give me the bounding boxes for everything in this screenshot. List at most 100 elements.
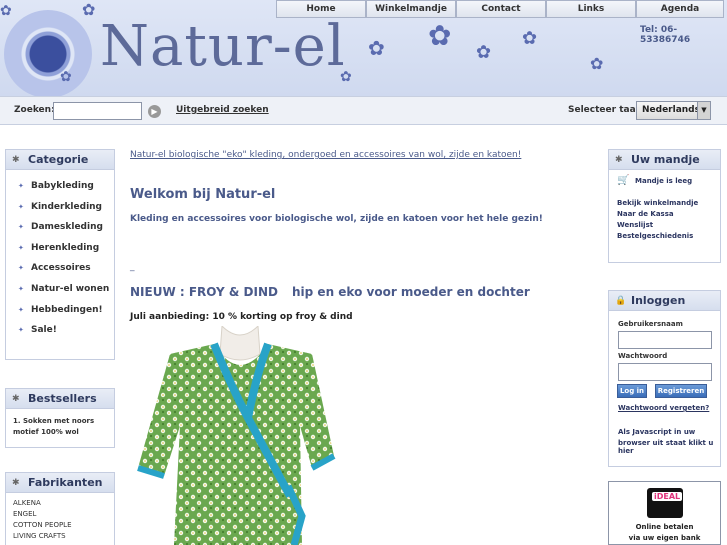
bullet-icon: ✦ bbox=[18, 326, 24, 335]
category-label: Hebbedingen! bbox=[31, 304, 103, 315]
flower-icon: ✿ bbox=[82, 0, 96, 19]
dress-product-image[interactable] bbox=[130, 326, 350, 545]
category-item-natur-el-wonen[interactable]: ✦ Natur-el wonen bbox=[6, 279, 114, 300]
order-history-link[interactable]: Bestelgeschiedenis bbox=[617, 231, 720, 242]
advanced-search-link[interactable]: Uitgebreid zoeken bbox=[176, 105, 269, 115]
login-title: Inloggen bbox=[631, 294, 686, 307]
manufacturer-item[interactable]: LIVING CRAFTS bbox=[13, 531, 114, 542]
manufacturers-box: ✱ Fabrikanten ALKENA ENGEL COTTON PEOPLE… bbox=[5, 472, 115, 545]
cart-empty-text: Mandje is leeg bbox=[635, 177, 693, 185]
nav-home[interactable]: Home bbox=[276, 0, 366, 18]
wishlist-link[interactable]: Wenslijst bbox=[617, 220, 720, 231]
nav-links[interactable]: Links bbox=[546, 0, 636, 18]
top-nav: Home Winkelmandje Contact Links Agenda bbox=[276, 0, 724, 18]
password-input[interactable] bbox=[618, 363, 712, 381]
manufacturers-list: ALKENA ENGEL COTTON PEOPLE LIVING CRAFTS bbox=[6, 493, 114, 542]
login-header: 🔒 Inloggen bbox=[609, 291, 720, 311]
offer-text: Juli aanbieding: 10 % korting op froy & … bbox=[130, 312, 353, 322]
bullet-icon: ✦ bbox=[18, 202, 24, 211]
bestsellers-title: Bestsellers bbox=[28, 392, 97, 405]
category-header: ✱ Categorie bbox=[6, 150, 114, 170]
gear-icon: ✱ bbox=[12, 155, 20, 165]
password-label: Wachtwoord bbox=[618, 352, 668, 360]
search-label: Zoeken: bbox=[14, 105, 55, 115]
ideal-logo-text: iDEAL bbox=[652, 492, 683, 501]
bullet-icon: ✦ bbox=[18, 243, 24, 252]
bullet-icon: ✦ bbox=[18, 223, 24, 232]
cart-icon: 🛒 bbox=[617, 175, 630, 186]
forgot-password-link[interactable]: Wachtwoord vergeten? bbox=[618, 404, 709, 412]
category-label: Dameskleding bbox=[31, 222, 103, 233]
chevron-down-icon: ▼ bbox=[697, 102, 710, 119]
bullet-icon: ✦ bbox=[18, 264, 24, 273]
search-bar: Zoeken: ▶ Uitgebreid zoeken Selecteer ta… bbox=[0, 96, 727, 125]
javascript-note[interactable]: Als Javascript in uw bbox=[618, 428, 695, 436]
bullet-icon: ✦ bbox=[18, 182, 24, 190]
site-logo[interactable]: Natur-el bbox=[100, 14, 346, 79]
separator-text: _ bbox=[130, 262, 135, 272]
flower-icon: ✿ bbox=[428, 19, 452, 52]
nav-agenda[interactable]: Agenda bbox=[636, 0, 724, 18]
flower-icon: ✿ bbox=[368, 36, 385, 60]
category-list: ✦ Babykleding ✦ Kinderkleding ✦ Dameskledin… bbox=[6, 170, 114, 341]
category-label: Accessoires bbox=[31, 263, 91, 274]
search-go-icon[interactable]: ▶ bbox=[148, 105, 161, 118]
login-box: 🔒 Inloggen Gebruikersnaam Wachtwoord Log… bbox=[608, 290, 721, 467]
register-button[interactable]: Registreren bbox=[655, 384, 707, 398]
manufacturer-item[interactable]: ENGEL bbox=[13, 509, 114, 520]
bestsellers-box: ✱ Bestsellers 1. Sokken met noors motief… bbox=[5, 388, 115, 448]
new-heading-tagline: hip en eko voor moeder en dochter bbox=[292, 285, 530, 299]
ideal-line2: via uw eigen bank bbox=[628, 534, 701, 542]
tagline-link[interactable]: Natur-el biologische "eko" kleding, onde… bbox=[130, 150, 521, 160]
nav-winkelmandje[interactable]: Winkelmandje bbox=[366, 0, 456, 18]
category-item-herenkleding[interactable]: ✦ Herenkleding bbox=[6, 238, 114, 259]
manufacturers-header: ✱ Fabrikanten bbox=[6, 473, 114, 493]
site-header: ✿ ✿ ✿ ✿ ✿ ✿ ✿ ✿ ✿ Natur-el Home Winkelma… bbox=[0, 0, 727, 96]
page-title: Welkom bij Natur-el bbox=[130, 187, 276, 202]
phone-number: Tel: 06-53386746 bbox=[640, 25, 691, 45]
view-cart-link[interactable]: Bekijk winkelmandje bbox=[617, 198, 720, 209]
username-input[interactable] bbox=[618, 331, 712, 349]
category-item-hebbedingen[interactable]: ✦ Hebbedingen! bbox=[6, 300, 114, 321]
bullet-icon: ✦ bbox=[18, 305, 24, 314]
language-select[interactable]: Nederlands ▼ bbox=[636, 101, 711, 120]
ideal-line1: Online betalen bbox=[635, 523, 694, 531]
cart-links: Bekijk winkelmandje Naar de Kassa Wensli… bbox=[609, 192, 720, 242]
flower-icon: ✿ bbox=[522, 28, 538, 49]
bestseller-item[interactable]: 1. Sokken met noors bbox=[13, 416, 114, 427]
category-item-kinderkleding[interactable]: ✦ Kinderkleding bbox=[6, 197, 114, 218]
category-title: Categorie bbox=[28, 153, 89, 166]
new-heading: NIEUW : FROY & DIND bbox=[130, 285, 278, 299]
ideal-payment-box[interactable]: iDEAL Online betalen via uw eigen bank bbox=[608, 481, 721, 545]
javascript-note-cont[interactable]: browser uit staat klikt u hier bbox=[618, 439, 720, 455]
category-item-accessoires[interactable]: ✦ Accessoires bbox=[6, 258, 114, 279]
language-label: Selecteer taal: bbox=[568, 105, 643, 115]
logo-flower-icon bbox=[4, 10, 92, 96]
category-box: ✱ Categorie ✦ Babykleding ✦ Kinderkleding … bbox=[5, 149, 115, 360]
category-item-dameskleding[interactable]: ✦ Dameskleding bbox=[6, 217, 114, 238]
category-item-babykleding[interactable]: ✦ Babykleding bbox=[6, 176, 114, 197]
bestsellers-header: ✱ Bestsellers bbox=[6, 389, 114, 409]
checkout-link[interactable]: Naar de Kassa bbox=[617, 209, 720, 220]
manufacturers-title: Fabrikanten bbox=[28, 476, 103, 489]
lock-icon: 🔒 bbox=[615, 296, 627, 306]
flower-icon: ✿ bbox=[0, 3, 12, 19]
bestsellers-list: 1. Sokken met noors motief 100% wol bbox=[6, 409, 114, 438]
page-subtitle: Kleding en accessoires voor biologische … bbox=[130, 214, 543, 224]
gear-icon: ✱ bbox=[615, 155, 623, 165]
cart-title: Uw mandje bbox=[631, 153, 700, 166]
category-label: Babykleding bbox=[31, 181, 94, 191]
manufacturer-item[interactable]: ALKENA bbox=[13, 498, 114, 509]
cart-header: ✱ Uw mandje bbox=[609, 150, 720, 170]
username-label: Gebruikersnaam bbox=[618, 320, 683, 328]
manufacturer-item[interactable]: COTTON PEOPLE bbox=[13, 520, 114, 531]
gear-icon: ✱ bbox=[12, 394, 20, 404]
flower-icon: ✿ bbox=[590, 54, 604, 73]
bestseller-item-cont[interactable]: motief 100% wol bbox=[13, 427, 114, 438]
category-item-sale[interactable]: ✦ Sale! bbox=[6, 320, 114, 341]
flower-icon: ✿ bbox=[476, 42, 492, 63]
nav-contact[interactable]: Contact bbox=[456, 0, 546, 18]
search-input[interactable] bbox=[53, 102, 142, 120]
login-button[interactable]: Log in bbox=[617, 384, 647, 398]
page: ✿ ✿ ✿ ✿ ✿ ✿ ✿ ✿ ✿ Natur-el Home Winkelma… bbox=[0, 0, 727, 545]
